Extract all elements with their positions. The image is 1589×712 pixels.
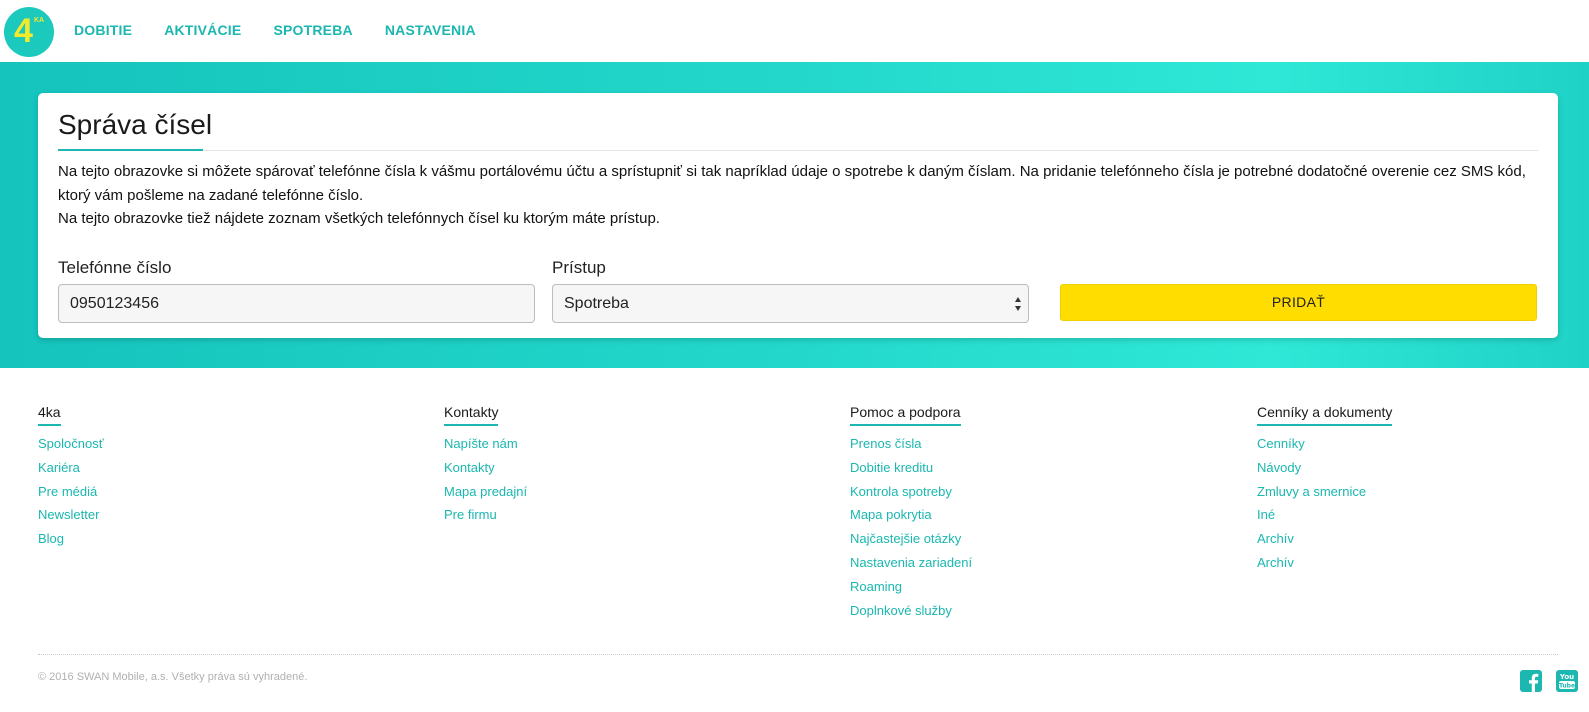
phone-number-input[interactable]: 0950123456 [58, 284, 535, 323]
footer-divider [38, 654, 1558, 655]
nav-item-aktivacie[interactable]: AKTIVÁCIE [164, 22, 241, 38]
footer-link[interactable]: Návody [1257, 456, 1392, 480]
footer-heading: 4ka [38, 404, 61, 426]
footer-column-pomoc: Pomoc a podpora Prenos čísla Dobitie kre… [850, 404, 972, 622]
number-management-card: Správa čísel Na tejto obrazovke si môžet… [38, 93, 1558, 338]
add-button[interactable]: PRIDAŤ [1060, 284, 1537, 321]
copyright-text: © 2016 SWAN Mobile, a.s. Všetky práva sú… [38, 671, 308, 683]
footer-link[interactable]: Kontakty [444, 456, 527, 480]
footer-link[interactable]: Prenos čísla [850, 432, 972, 456]
footer-heading: Pomoc a podpora [850, 404, 961, 426]
nav-item-spotreba[interactable]: SPOTREBA [273, 22, 352, 38]
page-title: Správa čísel [58, 109, 213, 140]
title-accent-line [58, 149, 203, 151]
top-navigation-bar: 4 KA DOBITIE AKTIVÁCIE SPOTREBA NASTAVEN… [0, 0, 1589, 62]
footer-link[interactable]: Mapa pokrytia [850, 503, 972, 527]
access-select[interactable]: Spotreba [552, 284, 1029, 323]
access-label: Prístup [552, 258, 606, 277]
main-nav: DOBITIE AKTIVÁCIE SPOTREBA NASTAVENIA [74, 22, 508, 38]
footer-link[interactable]: Kariéra [38, 456, 104, 480]
4ka-logo[interactable]: 4 KA [4, 7, 54, 57]
phone-number-label: Telefónne číslo [58, 258, 172, 277]
footer-column-cenniky: Cenníky a dokumenty Cenníky Návody Zmluv… [1257, 404, 1393, 575]
svg-text:Tube: Tube [1559, 683, 1575, 690]
footer-heading: Kontakty [444, 404, 499, 426]
access-selected-value: Spotreba [564, 295, 629, 312]
footer-heading: Cenníky a dokumenty [1257, 404, 1393, 426]
svg-text:You: You [1559, 673, 1574, 681]
footer-link[interactable]: Mapa predajní [444, 480, 527, 504]
footer-link[interactable]: Spoločnosť [38, 432, 104, 456]
facebook-icon[interactable] [1520, 670, 1542, 692]
footer-link[interactable]: Pre médiá [38, 480, 104, 504]
nav-item-nastavenia[interactable]: NASTAVENIA [385, 22, 476, 38]
footer-link[interactable]: Newsletter [38, 503, 104, 527]
footer-link[interactable]: Napíšte nám [444, 432, 527, 456]
footer-link[interactable]: Kontrola spotreby [850, 480, 972, 504]
footer-link[interactable]: Zmluvy a smernice [1257, 480, 1392, 504]
nav-item-dobitie[interactable]: DOBITIE [74, 22, 132, 38]
description-paragraph-2: Na tejto obrazovke tiež nájdete zoznam v… [58, 210, 660, 227]
footer-link[interactable]: Archív [1257, 527, 1392, 551]
footer-link[interactable]: Nastavenia zariadení [850, 551, 972, 575]
select-arrows-icon [1015, 297, 1021, 311]
footer-column-4ka: 4ka Spoločnosť Kariéra Pre médiá Newslet… [38, 404, 104, 551]
footer-link[interactable]: Cenníky [1257, 432, 1392, 456]
logo-mark: 4 [14, 12, 33, 50]
footer-link[interactable]: Archív [1257, 551, 1392, 575]
footer-link[interactable]: Dobitie kreditu [850, 456, 972, 480]
title-divider [58, 150, 1538, 151]
page-description: Na tejto obrazovke si môžete spárovať te… [58, 160, 1543, 231]
footer-link[interactable]: Iné [1257, 503, 1392, 527]
footer-link[interactable]: Najčastejšie otázky [850, 527, 972, 551]
footer-column-kontakty: Kontakty Napíšte nám Kontakty Mapa preda… [444, 404, 527, 527]
footer-link[interactable]: Roaming [850, 575, 972, 599]
footer-link[interactable]: Pre firmu [444, 503, 527, 527]
footer-link[interactable]: Blog [38, 527, 104, 551]
logo-sub: KA [34, 17, 45, 24]
description-paragraph-1: Na tejto obrazovke si môžete spárovať te… [58, 163, 1526, 204]
youtube-icon[interactable]: You Tube [1556, 670, 1578, 692]
footer-link[interactable]: Doplnkové služby [850, 599, 972, 623]
